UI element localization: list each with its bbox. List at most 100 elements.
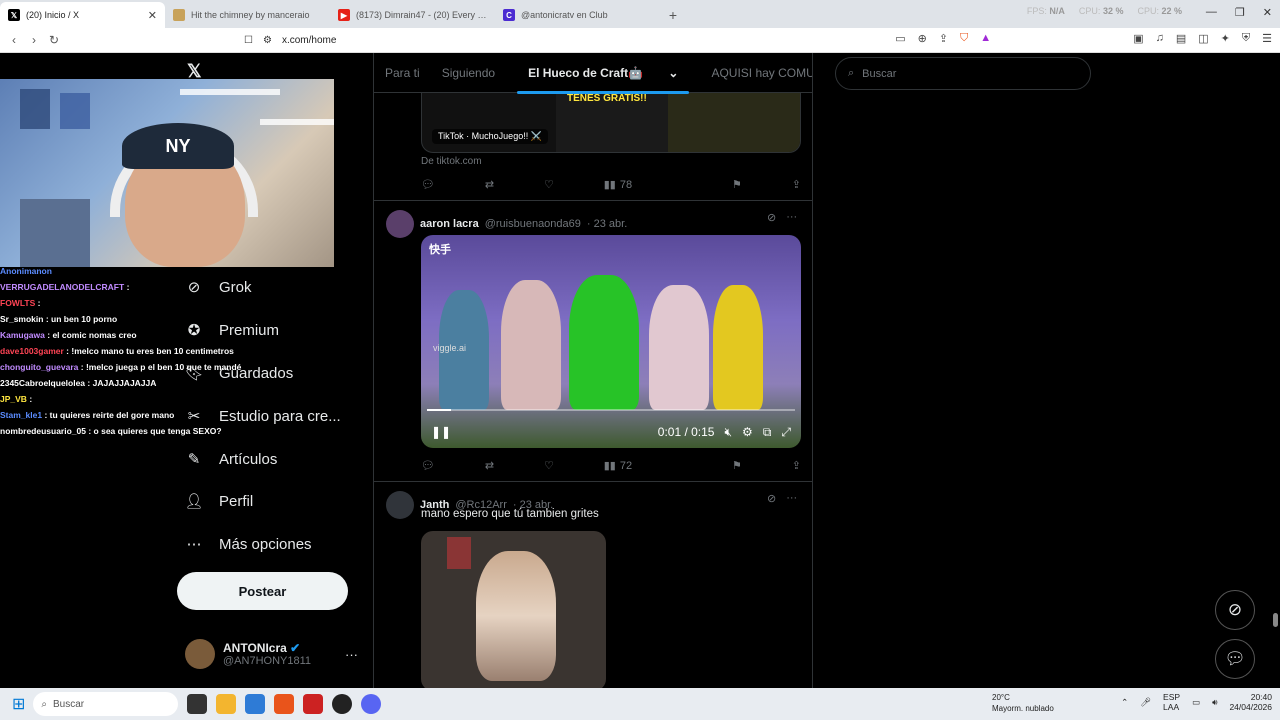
fullscreen-icon[interactable]: ⤢	[781, 425, 791, 440]
back-icon[interactable]: ‹	[4, 33, 24, 47]
language-indicator[interactable]: ESP LAA	[1163, 692, 1180, 712]
chat-message: chonguito_guevara : !melco juega p el be…	[0, 359, 241, 375]
url-text[interactable]: x.com/home	[282, 35, 336, 46]
share-icon[interactable]: ⇪	[792, 178, 801, 191]
post-button[interactable]: Postear	[177, 572, 348, 610]
video-progress-bar[interactable]	[427, 409, 795, 411]
messages-fab-button[interactable]: 💬︎	[1215, 639, 1255, 679]
search-input[interactable]: Buscar	[862, 68, 896, 80]
maximize-icon[interactable]: ❐	[1235, 6, 1245, 19]
grok-fab-button[interactable]: ⊘	[1215, 590, 1255, 630]
file-explorer-icon[interactable]	[216, 694, 237, 714]
like-icon[interactable]: ♡	[544, 178, 554, 191]
browser-tab-bar: 𝕏 (20) Inicio / X ✕ Hit the chimney by m…	[0, 0, 1280, 28]
network-icon[interactable]: ▭	[1192, 697, 1200, 708]
repost-icon[interactable]: ⇄	[485, 178, 494, 191]
grok-icon[interactable]: ⊘	[767, 211, 776, 224]
more-icon[interactable]: ···	[345, 647, 358, 662]
mic-icon[interactable]: 🎤︎	[1140, 697, 1151, 708]
app-icon[interactable]	[303, 694, 324, 714]
close-icon[interactable]: ✕	[148, 9, 157, 22]
zoom-icon[interactable]: ⊕	[918, 32, 927, 45]
stat-cpu-2: CPU: 22 %	[1137, 6, 1182, 16]
more-icon[interactable]: ···	[786, 211, 797, 224]
avatar[interactable]	[386, 210, 414, 238]
tab-club[interactable]: C @antonicratv en Club	[495, 2, 660, 28]
grok-icon[interactable]: ⊘	[767, 492, 776, 505]
leo-icon[interactable]: ✦	[1221, 32, 1230, 45]
link-card[interactable]: TENES GRATIS!! TikTok · MuchoJuego!! ⚔️	[421, 93, 801, 153]
reply-icon[interactable]: 💬︎	[421, 459, 435, 472]
tab-para-ti[interactable]: Para ti	[374, 66, 431, 80]
sidebar-item-mas-opciones[interactable]: ⋯ Más opciones	[185, 535, 312, 554]
author-handle[interactable]: @ruisbuenaonda69	[485, 218, 581, 230]
post-date[interactable]: · 23 abr.	[587, 218, 627, 230]
panel-icon[interactable]: ▤	[1176, 32, 1186, 45]
brave-icon[interactable]	[274, 694, 295, 714]
chat-username: Sr_smokin	[0, 314, 44, 324]
menu-icon[interactable]: ☰	[1262, 32, 1272, 45]
minecraft-figure	[20, 199, 90, 267]
site-info-icon[interactable]: ⚙	[263, 35, 272, 46]
video-player[interactable]: 快手 viggle.ai ❚❚ 0:01 / 0:15 🔇︎ ⚙ ⧉ ⤢	[421, 235, 801, 448]
media-icon[interactable]: ♫	[1156, 32, 1164, 45]
tab-x-home[interactable]: 𝕏 (20) Inicio / X ✕	[0, 2, 165, 28]
share-icon[interactable]: ⇪	[792, 459, 801, 472]
new-tab-button[interactable]: +	[660, 2, 686, 28]
chat-text: : el comic nomas creo	[47, 330, 137, 340]
post-image[interactable]	[421, 531, 606, 688]
bookmark-page-icon[interactable]: ☐	[244, 35, 253, 46]
stat-cpu: CPU: 32 %	[1078, 6, 1124, 16]
vpn-icon[interactable]: ⛨	[1242, 32, 1250, 45]
more-icon[interactable]: ···	[786, 492, 797, 505]
repost-icon[interactable]: ⇄	[485, 459, 494, 472]
cast-icon[interactable]: ▭	[895, 32, 905, 45]
brave-shield-icon[interactable]: ⛉	[960, 32, 968, 45]
obs-icon[interactable]	[332, 694, 353, 714]
mute-icon[interactable]: 🔇︎	[724, 425, 732, 440]
sidebar-toggle-icon[interactable]: ▣	[1133, 32, 1143, 45]
bookmark-icon[interactable]: ⚑	[732, 178, 742, 191]
tab-aquisi-hay-comunidad[interactable]: AQUISI hay COMUNIDAD	[700, 66, 812, 80]
bookmark-icon[interactable]: ⚑	[732, 459, 742, 472]
tab-siguiendo[interactable]: Siguiendo	[431, 66, 506, 80]
account-switcher[interactable]: ANTONIcra ✔ @AN7HONY1811 ···	[185, 639, 358, 669]
forward-icon[interactable]: ›	[24, 33, 44, 47]
weather-widget[interactable]: 20°C Mayorm. nublado	[992, 692, 1054, 714]
pip-icon[interactable]: ⧉	[763, 425, 772, 440]
scrollbar[interactable]	[1273, 613, 1278, 627]
clock[interactable]: 20:40 24/04/2026	[1229, 692, 1272, 712]
sidebar-item-studio[interactable]: ✂ Estudio para cre...	[185, 407, 341, 426]
tab-el-hueco-de-craft[interactable]: El Hueco de Craft🤖 ⌄	[506, 66, 700, 94]
views-button[interactable]: ▮▮ 78	[604, 178, 632, 192]
minimize-icon[interactable]: —	[1206, 6, 1217, 19]
avatar[interactable]	[386, 491, 414, 519]
task-view-icon[interactable]	[187, 694, 208, 714]
settings-icon[interactable]: ⚙	[742, 425, 753, 439]
sidebar-item-perfil[interactable]: 👤︎ Perfil	[184, 492, 253, 511]
address-bar[interactable]: ☐ ⚙ x.com/home	[244, 35, 964, 46]
wallet-icon[interactable]: ◫	[1198, 32, 1208, 45]
divider	[374, 481, 812, 482]
sidebar-item-articulos[interactable]: ✎ Artículos	[185, 450, 278, 469]
card-source[interactable]: De tiktok.com	[421, 156, 482, 167]
store-icon[interactable]	[245, 694, 266, 714]
share-icon[interactable]: ⇪	[939, 32, 948, 45]
reload-icon[interactable]: ↻	[44, 33, 64, 47]
tab-chimney[interactable]: Hit the chimney by manceraio	[165, 2, 330, 28]
like-icon[interactable]: ♡	[544, 459, 554, 472]
pause-icon[interactable]: ❚❚	[431, 425, 451, 439]
reply-icon[interactable]: 💬︎	[421, 178, 435, 191]
chevron-up-icon[interactable]: ⌃	[1121, 697, 1128, 708]
volume-icon[interactable]: 🔊︎	[1212, 697, 1217, 708]
tab-youtube[interactable]: ▶ (8173) Dimrain47 - (20) Every End...	[330, 2, 495, 28]
taskbar-search[interactable]: ⌕ Buscar	[33, 692, 179, 716]
brave-rewards-icon[interactable]: ▲	[980, 32, 991, 45]
discord-icon[interactable]	[361, 694, 382, 714]
author-name[interactable]: aaron lacra	[420, 218, 479, 230]
close-window-icon[interactable]: ✕	[1263, 6, 1272, 19]
views-button[interactable]: ▮▮ 72	[604, 459, 632, 473]
sidebar-item-label: Grok	[219, 278, 252, 296]
search-box[interactable]: ⌕ Buscar	[835, 57, 1091, 90]
windows-start-icon[interactable]: ⊞	[12, 694, 25, 714]
